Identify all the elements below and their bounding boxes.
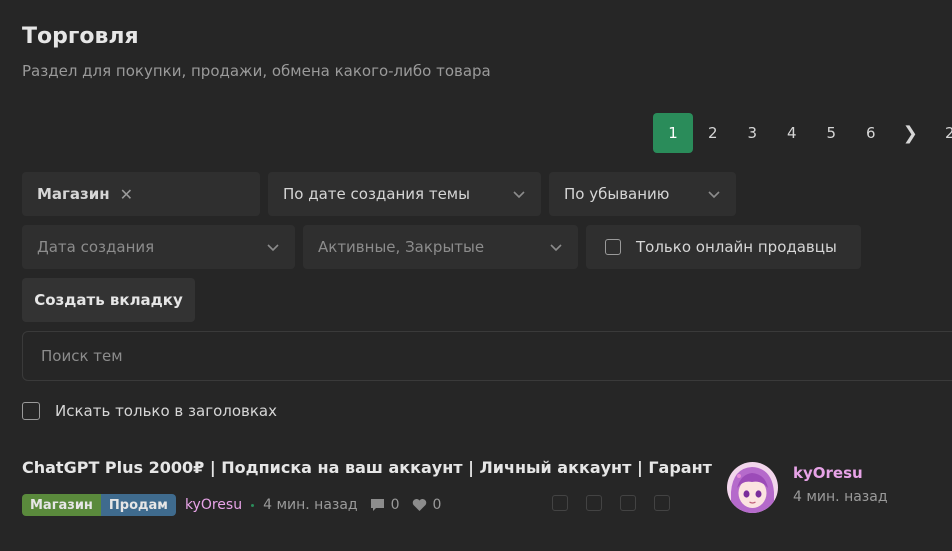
page-subtitle: Раздел для покупки, продажи, обмена како… [22, 62, 491, 80]
page-3-button[interactable]: 3 [733, 113, 773, 153]
tag-shop-badge[interactable]: Магазин [22, 494, 101, 516]
bookmark-icon[interactable] [552, 495, 568, 511]
archive-icon[interactable] [654, 495, 670, 511]
last-post-time: 4 мин. назад [793, 489, 888, 505]
chevron-down-icon [550, 244, 562, 252]
titles-only-checkbox[interactable] [22, 402, 40, 420]
status-filter-select[interactable]: Активные, Закрытые [303, 225, 578, 269]
chevron-down-icon [267, 244, 279, 252]
create-tab-button[interactable]: Создать вкладку [22, 278, 195, 322]
filter-icon[interactable] [620, 495, 636, 511]
search-placeholder: Поиск тем [41, 347, 123, 365]
remove-filter-icon[interactable]: ✕ [120, 185, 133, 204]
tag-sell-badge[interactable]: Продам [100, 494, 176, 516]
avatar[interactable] [727, 462, 778, 513]
chevron-down-icon [513, 191, 525, 199]
titles-only-toggle[interactable]: Искать только в заголовках [22, 402, 277, 420]
titles-only-label: Искать только в заголовках [55, 402, 277, 420]
status-filter-value: Активные, Закрытые [318, 238, 485, 256]
page-6-button[interactable]: 6 [851, 113, 891, 153]
comment-icon [370, 499, 384, 511]
share-icon[interactable] [586, 495, 602, 511]
likes-value: 0 [432, 497, 442, 513]
thread-author-link[interactable]: kyOresu [185, 497, 242, 513]
pagination: 1 2 3 4 5 6 ❯ 2 [653, 113, 952, 153]
thread-time: 4 мин. назад [263, 497, 358, 513]
online-sellers-toggle[interactable]: Только онлайн продавцы [586, 225, 861, 269]
thread-hover-actions [552, 495, 670, 511]
tag-filter-label: Магазин [37, 185, 110, 203]
page-2-button[interactable]: 2 [693, 113, 733, 153]
avatar-image [727, 462, 778, 513]
sort-by-select[interactable]: По дате создания темы [268, 172, 541, 216]
page-title: Торговля [22, 24, 139, 49]
next-page-icon[interactable]: ❯ [891, 113, 931, 153]
online-dot-icon [251, 503, 255, 507]
last-page-button[interactable]: 2 [930, 113, 952, 153]
online-sellers-checkbox[interactable] [605, 239, 621, 255]
last-post-author-link[interactable]: kyOresu [793, 464, 863, 482]
replies-value: 0 [390, 497, 400, 513]
chevron-down-icon [708, 191, 720, 199]
thread-meta: Магазин Продам kyOresu 4 мин. назад 0 0 [22, 494, 441, 516]
tag-filter-chip: Магазин ✕ [22, 172, 260, 216]
sort-order-select[interactable]: По убыванию [549, 172, 736, 216]
sort-order-value: По убыванию [564, 185, 670, 203]
search-input[interactable]: Поиск тем [22, 331, 952, 381]
page-1-button[interactable]: 1 [653, 113, 693, 153]
heart-icon [412, 499, 426, 511]
thread-title-link[interactable]: ChatGPT Plus 2000₽ | Подписка на ваш акк… [22, 458, 712, 477]
likes-count: 0 [412, 497, 442, 513]
replies-count: 0 [370, 497, 400, 513]
date-filter-value: Дата создания [37, 238, 155, 256]
sort-by-value: По дате создания темы [283, 185, 470, 203]
online-sellers-label: Только онлайн продавцы [636, 238, 837, 256]
page-5-button[interactable]: 5 [812, 113, 852, 153]
page-4-button[interactable]: 4 [772, 113, 812, 153]
date-filter-select[interactable]: Дата создания [22, 225, 295, 269]
